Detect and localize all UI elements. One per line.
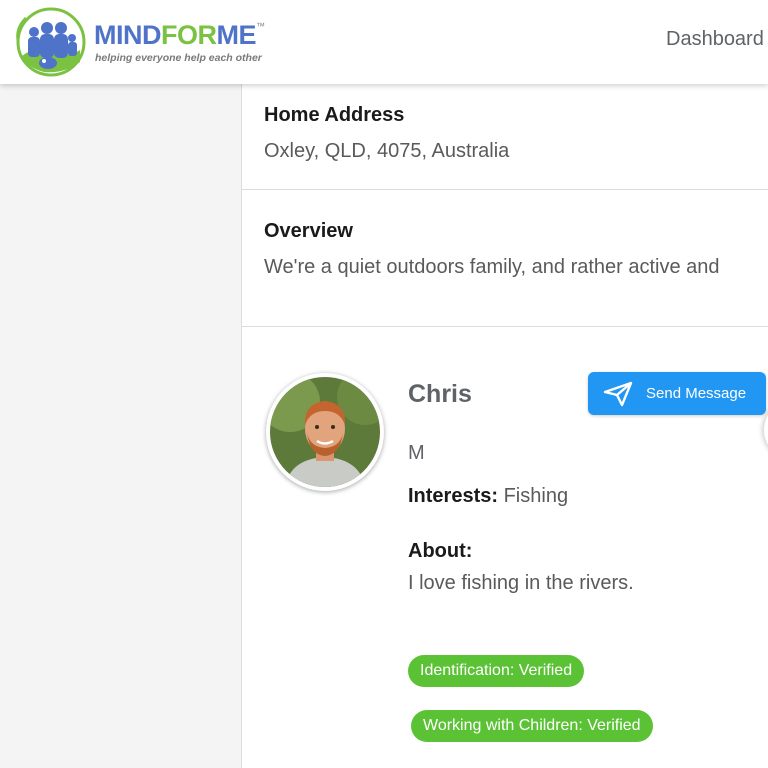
family-logo-icon [16, 7, 86, 77]
divider [242, 326, 768, 327]
family-details-card: Home Address Oxley, QLD, 4075, Australia… [241, 84, 768, 768]
home-address-title: Home Address [264, 104, 405, 126]
member-name: Chris [408, 380, 472, 408]
member-interests: Interests: Fishing [408, 485, 568, 508]
working-with-children-verified-badge: Working with Children: Verified [411, 710, 653, 742]
logo-wordmark: MINDFORME™ [94, 22, 265, 49]
about-label: About: [408, 540, 473, 562]
send-message-label: Send Message [646, 385, 747, 402]
interests-value: Fishing [503, 485, 569, 507]
divider [242, 189, 768, 190]
logo-trademark: ™ [256, 21, 265, 31]
profile-photo [270, 377, 380, 487]
identification-verified-badge: Identification: Verified [408, 655, 585, 687]
overview-text: We're a quiet outdoors family, and rathe… [264, 256, 720, 278]
logo-word-for: FOR [161, 20, 217, 50]
logo-word-me: ME [216, 20, 257, 50]
member-avatar[interactable] [266, 373, 384, 491]
nav-dashboard-link[interactable]: Dashboard [666, 28, 764, 51]
about-text: I love fishing in the rivers. [408, 572, 634, 594]
send-message-button[interactable]: Send Message [588, 372, 766, 415]
mindforme-logo[interactable]: MINDFORME™ helping everyone help each ot… [14, 6, 274, 78]
member-gender: M [408, 442, 425, 464]
interests-label: Interests: [408, 485, 499, 507]
overview-title: Overview [264, 220, 353, 242]
logo-tagline: helping everyone help each other [95, 52, 262, 64]
logo-word-mind: MIND [94, 20, 162, 50]
paper-plane-icon [603, 381, 633, 407]
left-column [0, 84, 241, 768]
top-app-bar: MINDFORME™ helping everyone help each ot… [0, 0, 768, 84]
home-address-value: Oxley, QLD, 4075, Australia [264, 140, 510, 162]
